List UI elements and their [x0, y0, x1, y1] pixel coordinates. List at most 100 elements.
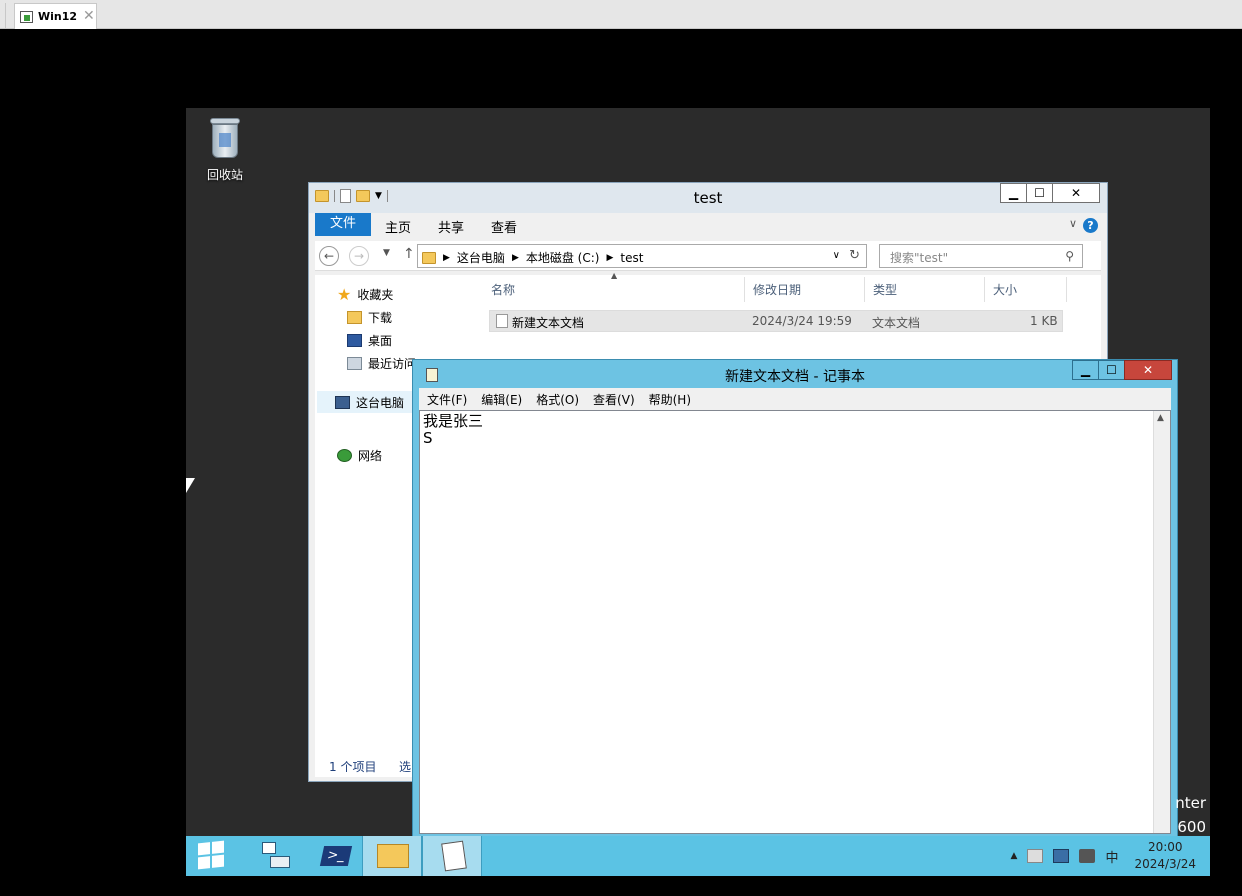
notepad-window-buttons: ▁ ☐ ✕ [1072, 360, 1172, 380]
notepad-title: 新建文本文档 - 记事本 [725, 369, 865, 385]
clock-date: 2024/3/24 [1134, 857, 1196, 871]
folder-icon [422, 251, 436, 264]
menu-file[interactable]: 文件(F) [427, 391, 467, 408]
recent-places-icon [347, 357, 362, 370]
item-count: 1 个项目 [329, 760, 377, 774]
recycle-bin-icon [208, 116, 242, 160]
file-name: 新建文本文档 [512, 316, 585, 330]
taskbar: >_ ▲ 中 20:00 2024/3/24 [186, 836, 1210, 876]
tab-home[interactable]: 主页 [385, 217, 411, 236]
menu-view[interactable]: 查看(V) [593, 391, 635, 408]
menu-help[interactable]: 帮助(H) [649, 391, 691, 408]
host-tab-label: Win12 [38, 10, 78, 23]
clock[interactable]: 20:00 2024/3/24 [1134, 839, 1196, 873]
host-tab-win12[interactable]: Win12 ✕ [14, 3, 97, 29]
search-placeholder: 搜索"test" [890, 251, 949, 265]
navigation-bar: ← → ▼ ↑ ▶ 这台电脑 ▶ 本地磁盘 (C:) ▶ test ∨ ↻ 搜索… [315, 241, 1101, 271]
column-header-modified[interactable]: 修改日期 [747, 277, 865, 302]
maximize-button[interactable]: ☐ [1026, 183, 1053, 203]
table-row[interactable]: 新建文本文档 2024/3/24 19:59 文本文档 1 KB [489, 310, 1063, 332]
taskbar-powershell[interactable]: >_ [306, 836, 366, 876]
host-tab-edge [0, 3, 6, 29]
computer-icon [335, 395, 350, 409]
explorer-window-buttons: ▁ ☐ ✕ [1000, 183, 1100, 203]
powershell-icon: >_ [319, 846, 353, 866]
column-header-size[interactable]: 大小 [987, 277, 1067, 302]
search-input[interactable]: 搜索"test" ⚲ [879, 244, 1083, 268]
scroll-up-icon[interactable]: ▲ [1157, 413, 1164, 423]
tree-item-label: 下载 [368, 311, 393, 325]
breadcrumb: ▶ 这台电脑 ▶ 本地磁盘 (C:) ▶ test [422, 249, 643, 266]
desktop-watermark-line-1: nter [1175, 794, 1206, 812]
tree-item-favorites[interactable]: ★ 收藏夹 [337, 285, 393, 304]
breadcrumb-test[interactable]: test [620, 251, 643, 265]
mouse-cursor-icon [186, 478, 195, 493]
recycle-bin-label: 回收站 [206, 168, 243, 182]
forward-button[interactable]: → [349, 246, 369, 266]
action-center-icon[interactable] [1027, 849, 1044, 863]
selection-status: 选 [399, 760, 412, 774]
search-icon[interactable]: ⚲ [1065, 249, 1074, 263]
tree-item-recent[interactable]: 最近访问 [347, 355, 416, 372]
recycle-bin[interactable]: 回收站 [198, 116, 252, 183]
desktop-watermark-line-2: 600 [1177, 818, 1206, 836]
address-bar[interactable]: ▶ 这台电脑 ▶ 本地磁盘 (C:) ▶ test ∨ ↻ [417, 244, 867, 268]
minimize-button[interactable]: ▁ [1072, 360, 1099, 380]
menu-format[interactable]: 格式(O) [536, 391, 579, 408]
tree-item-label: 收藏夹 [357, 288, 394, 302]
start-button[interactable] [186, 836, 246, 876]
close-icon[interactable]: ✕ [83, 8, 95, 24]
vm-desktop: 回收站 ▼ test ▁ ☐ ✕ 文件 主页 共享 查看 ∨ ? ← → ▼ ↑… [186, 108, 1210, 876]
windows-logo-icon [198, 840, 224, 870]
explorer-titlebar[interactable]: ▼ test ▁ ☐ ✕ [309, 183, 1107, 213]
network-status-icon[interactable] [1053, 849, 1070, 863]
help-icon[interactable]: ? [1083, 218, 1098, 233]
notepad-window: 新建文本文档 - 记事本 ▁ ☐ ✕ 文件(F) 编辑(E) 格式(O) 查看(… [412, 359, 1178, 839]
tree-item-desktop[interactable]: 桌面 [347, 332, 392, 349]
tab-share[interactable]: 共享 [438, 217, 464, 236]
breadcrumb-this-pc[interactable]: 这台电脑 [457, 249, 505, 266]
taskbar-server-manager[interactable] [246, 836, 306, 876]
close-button[interactable]: ✕ [1124, 360, 1172, 380]
vertical-scrollbar[interactable]: ▲ [1153, 411, 1170, 833]
tab-file[interactable]: 文件 [315, 213, 371, 236]
clock-time: 20:00 [1147, 840, 1183, 854]
column-header-type[interactable]: 类型 [867, 277, 985, 302]
tree-item-downloads[interactable]: 下载 [347, 309, 392, 326]
notepad-menubar: 文件(F) 编辑(E) 格式(O) 查看(V) 帮助(H) [419, 388, 1171, 410]
recent-locations-dropdown[interactable]: ▼ [383, 248, 390, 258]
menu-edit[interactable]: 编辑(E) [481, 391, 522, 408]
network-icon [337, 449, 352, 462]
chevron-right-icon[interactable]: ▶ [443, 253, 450, 263]
text-document-icon [496, 314, 508, 328]
taskbar-notepad[interactable] [422, 836, 482, 876]
maximize-button[interactable]: ☐ [1098, 360, 1125, 380]
file-type: 文本文档 [872, 316, 921, 330]
file-modified: 2024/3/24 19:59 [752, 314, 852, 328]
minimize-button[interactable]: ▁ [1000, 183, 1027, 203]
notepad-titlebar[interactable]: 新建文本文档 - 记事本 ▁ ☐ ✕ [413, 360, 1177, 388]
notepad-content[interactable]: 我是张三 S [423, 413, 483, 447]
refresh-icon[interactable]: ↻ [849, 248, 860, 263]
tree-item-network[interactable]: 网络 [337, 447, 382, 464]
chevron-right-icon[interactable]: ▶ [606, 253, 613, 263]
notepad-text-area[interactable]: 我是张三 S ▲ [419, 410, 1171, 834]
volume-icon[interactable] [1079, 849, 1096, 863]
explorer-title: test [693, 189, 723, 207]
back-button[interactable]: ← [319, 246, 339, 266]
input-method-indicator[interactable]: 中 [1105, 847, 1118, 866]
chevron-right-icon[interactable]: ▶ [512, 253, 519, 263]
chevron-down-icon[interactable]: ∨ [1069, 217, 1077, 230]
taskbar-file-explorer[interactable] [362, 836, 422, 876]
column-header-name[interactable]: 名称 [485, 277, 745, 302]
show-hidden-icons-icon[interactable]: ▲ [1011, 851, 1018, 861]
chevron-down-icon[interactable]: ∨ [833, 250, 840, 261]
server-manager-icon [262, 842, 290, 870]
close-button[interactable]: ✕ [1052, 183, 1100, 203]
file-size: 1 KB [1030, 314, 1058, 328]
up-button[interactable]: ↑ [403, 246, 415, 262]
system-tray: ▲ 中 20:00 2024/3/24 [1011, 836, 1196, 876]
tab-view[interactable]: 查看 [491, 217, 517, 236]
downloads-icon [347, 311, 362, 324]
breadcrumb-local-disk[interactable]: 本地磁盘 (C:) [526, 249, 600, 266]
